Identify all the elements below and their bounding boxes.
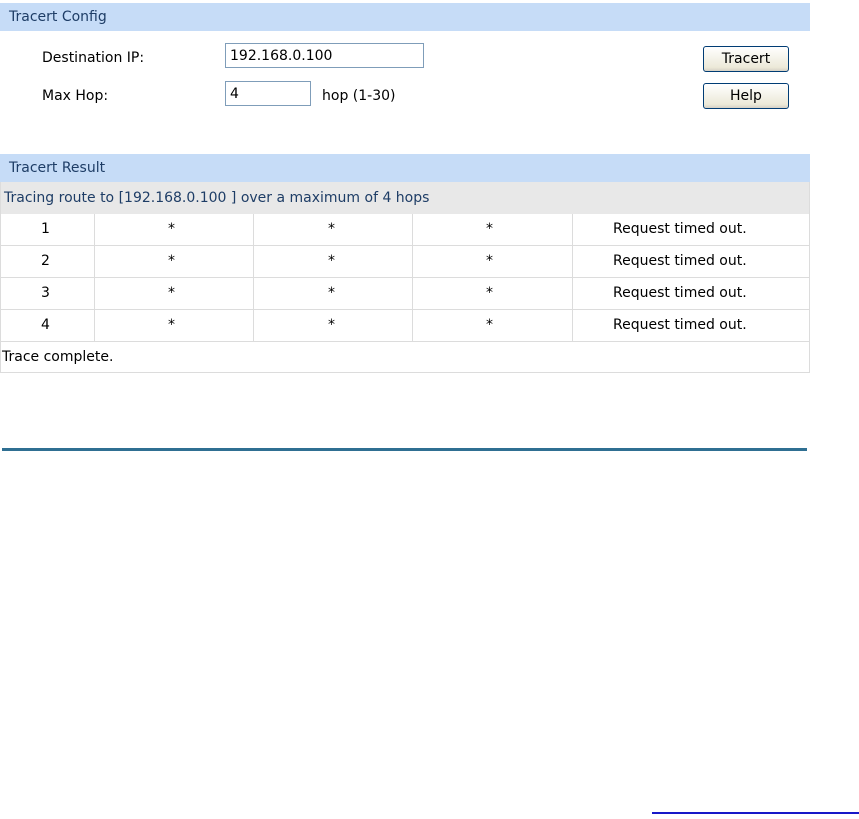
tracert-button[interactable]: Tracert: [703, 46, 789, 72]
hop-time-1: *: [95, 310, 254, 341]
hop-time-2: *: [254, 246, 413, 277]
hop-time-2: *: [254, 310, 413, 341]
hop-message: Request timed out.: [613, 317, 747, 333]
hop-message: Request timed out.: [613, 221, 747, 237]
hop-number: 3: [1, 278, 95, 309]
hop-message: Request timed out.: [613, 253, 747, 269]
max-hop-input[interactable]: [225, 81, 311, 106]
hop-time-3: *: [413, 278, 573, 309]
hop-number: 4: [1, 310, 95, 341]
tracert-config-header: Tracert Config: [0, 3, 810, 31]
hop-time-3: *: [413, 246, 573, 277]
destination-ip-label: Destination IP:: [42, 50, 145, 66]
hop-number: 1: [1, 214, 95, 245]
help-button[interactable]: Help: [703, 83, 789, 109]
table-row: 3 * * * Request timed out.: [1, 278, 809, 310]
trace-complete-text: Trace complete.: [2, 349, 114, 365]
max-hop-label: Max Hop:: [42, 88, 109, 104]
hop-time-2: *: [254, 278, 413, 309]
max-hop-hint: hop (1-30): [322, 88, 396, 104]
tracert-result-title: Tracert Result: [9, 160, 106, 176]
hop-time-1: *: [95, 278, 254, 309]
trace-summary: Tracing route to [192.168.0.100 ] over a…: [1, 182, 809, 214]
hop-time-2: *: [254, 214, 413, 245]
table-row: 2 * * * Request timed out.: [1, 246, 809, 278]
tracert-config-title: Tracert Config: [9, 9, 107, 25]
hop-message: Request timed out.: [613, 285, 747, 301]
tracert-result-table: Tracing route to [192.168.0.100 ] over a…: [0, 182, 810, 373]
hop-time-3: *: [413, 310, 573, 341]
hop-number: 2: [1, 246, 95, 277]
hop-time-1: *: [95, 214, 254, 245]
section-divider: [2, 448, 807, 451]
destination-ip-input[interactable]: [225, 43, 424, 68]
footer-link-underline[interactable]: [652, 812, 859, 814]
tracert-result-header: Tracert Result: [0, 154, 810, 182]
hop-time-1: *: [95, 246, 254, 277]
hop-time-3: *: [413, 214, 573, 245]
table-row: 1 * * * Request timed out.: [1, 214, 809, 246]
table-row: 4 * * * Request timed out.: [1, 310, 809, 342]
